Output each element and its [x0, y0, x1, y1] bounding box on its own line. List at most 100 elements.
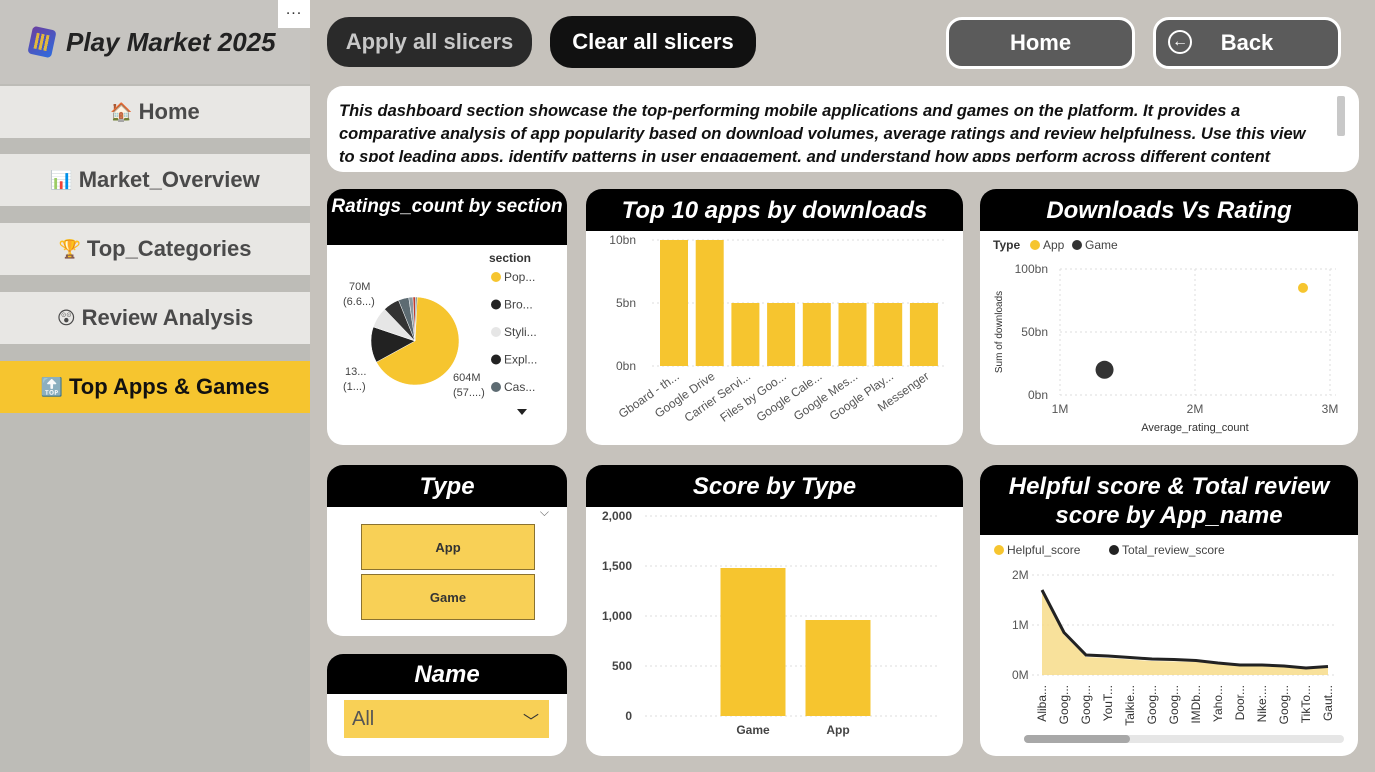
type-slicer-card: Type ⌵ App Game: [327, 465, 567, 636]
ratings-count-card: Ratings_count by section 70M (6.6...) 13..…: [327, 189, 567, 445]
type-option-app[interactable]: App: [361, 524, 535, 570]
home-button-label: Home: [1009, 30, 1072, 55]
home-button[interactable]: Home: [946, 17, 1135, 69]
card-title: Downloads Vs Rating: [980, 189, 1358, 231]
card-title: Type: [327, 465, 567, 507]
back-button[interactable]: ← Back: [1153, 17, 1341, 69]
y-tick-label: 1M: [1012, 618, 1029, 632]
x-axis-label: Average_rating_count: [1141, 422, 1248, 434]
y-tick-label: 0: [625, 709, 632, 723]
description-scrollbar[interactable]: [1337, 96, 1345, 136]
nav-item-label: Home: [138, 99, 200, 124]
legend-label: Expl...: [504, 353, 537, 367]
card-title: Name: [327, 654, 567, 694]
name-dropdown[interactable]: All ﹀: [344, 700, 549, 738]
back-arrow-icon: ←: [1168, 30, 1192, 54]
x-tick-label: App: [826, 723, 849, 737]
legend-marker: [491, 382, 501, 392]
bar: [909, 303, 938, 366]
scatter-chart[interactable]: Type App Game 0bn 50bn 100bn 1M 2M 3M Average_rat…: [980, 231, 1358, 445]
face-icon: 😲: [56, 307, 76, 328]
y-tick-label: 1,500: [602, 559, 632, 573]
bar-chart-icon: 📊: [50, 169, 73, 190]
house-icon: 🏠: [110, 101, 133, 122]
brand-header: Play Market 2025: [0, 0, 310, 84]
x-tick-label: Game: [736, 723, 770, 737]
chevron-down-icon[interactable]: ⌵: [540, 505, 549, 520]
nav-item-review-analysis[interactable]: 😲 Review Analysis: [0, 292, 310, 344]
scatter-point: [1298, 282, 1308, 293]
more-options-icon[interactable]: ...: [278, 0, 310, 28]
bar: [660, 240, 688, 366]
x-tick-label: Gaut...: [1321, 685, 1335, 721]
x-tick-label: Goog...: [1145, 685, 1159, 724]
y-tick-label: 5bn: [616, 296, 636, 310]
card-title: Helpful score & Total review score by Ap…: [980, 465, 1358, 535]
type-option-game[interactable]: Game: [361, 574, 535, 620]
x-tick-label: Goog...: [1277, 685, 1291, 724]
bar: [720, 568, 786, 716]
bar: [802, 303, 831, 366]
apply-all-slicers-button[interactable]: Apply all slicers: [327, 17, 532, 67]
bar: [838, 303, 867, 366]
y-tick-label: 50bn: [1021, 325, 1048, 339]
legend-label: Total_review_score: [1122, 543, 1225, 557]
legend-label: Pop...: [504, 270, 535, 284]
x-tick-label: 2M: [1187, 402, 1204, 416]
name-slicer-card: Name All ﹀: [327, 654, 567, 756]
area-chart[interactable]: Helpful_score Total_review_score 0M 1M 2M Ali…: [980, 535, 1358, 756]
x-tick-label: Aliba...: [1035, 685, 1049, 722]
nav-item-top-categories[interactable]: 🏆 Top_Categories: [0, 223, 310, 275]
y-tick-label: 1,000: [602, 609, 632, 623]
nav-item-top-apps-games[interactable]: 🔝 Top Apps & Games: [0, 361, 310, 413]
legend-marker: [994, 545, 1004, 555]
sidebar: Play Market 2025 ... 🏠 Home 📊 Market_Ove…: [0, 0, 310, 772]
legend-label: Helpful_score: [1007, 543, 1081, 557]
legend-marker: [491, 299, 501, 310]
horizontal-scrollbar-thumb: [1024, 735, 1130, 743]
x-tick-label: TikTo...: [1299, 685, 1313, 723]
pie-chart[interactable]: 70M (6.6...) 13... (1...) 604M (57....) sectio…: [327, 245, 567, 445]
x-tick-label: YouT...: [1101, 685, 1115, 721]
score-bar-chart[interactable]: 0 500 1,000 1,500 2,000 Game App: [586, 507, 963, 756]
trophy-icon: 🏆: [58, 238, 81, 259]
y-tick-label: 0M: [1012, 668, 1029, 682]
data-label: (1...): [343, 381, 366, 393]
card-title: Score by Type: [586, 465, 963, 507]
y-tick-label: 100bn: [1015, 262, 1048, 276]
nav-item-label: Top Apps & Games: [68, 374, 270, 399]
x-tick-label: IMDb...: [1189, 685, 1203, 724]
y-tick-label: 10bn: [609, 233, 636, 247]
data-label: (57....): [453, 387, 485, 399]
x-tick-label: Nike:...: [1255, 685, 1269, 722]
downloads-vs-rating-card: Downloads Vs Rating Type App Game 0bn 50bn 10…: [980, 189, 1358, 445]
data-label: (6.6...): [343, 296, 375, 308]
name-dropdown-value: All: [352, 707, 375, 730]
legend-marker: [491, 327, 501, 337]
score-by-type-card: Score by Type 0 500 1,000 1,500 2,000 Game App: [586, 465, 963, 756]
y-tick-label: 500: [612, 659, 632, 673]
nav-item-market-overview[interactable]: 📊 Market_Overview: [0, 154, 310, 206]
nav-item-label: Market_Overview: [78, 167, 260, 192]
nav-item-home[interactable]: 🏠 Home: [0, 86, 310, 138]
data-label: 13...: [345, 366, 366, 378]
clear-all-slicers-button[interactable]: Clear all slicers: [550, 16, 756, 68]
bar: [767, 303, 796, 366]
chevron-down-icon: ﹀: [522, 714, 539, 731]
nav-item-label: Top_Categories: [86, 236, 252, 261]
data-label: 70M: [349, 281, 370, 293]
bar: [874, 303, 903, 366]
legend-label: App: [1043, 238, 1065, 252]
bar: [731, 303, 760, 366]
helpful-score-card: Helpful score & Total review score by Ap…: [980, 465, 1358, 756]
app-title: Play Market 2025: [66, 26, 276, 57]
bar: [805, 620, 871, 716]
description-box[interactable]: This dashboard section showcase the top-…: [327, 86, 1359, 172]
legend-label: Game: [1085, 238, 1118, 252]
legend-marker: [1030, 240, 1040, 250]
card-title: Ratings_count by section: [327, 189, 567, 245]
legend-marker: [1072, 240, 1082, 250]
legend-title: section: [489, 251, 531, 265]
x-tick-label: Door...: [1233, 685, 1247, 720]
bar-chart[interactable]: 0bn5bn10bnGboard - th...Google DriveCarr…: [586, 231, 963, 445]
